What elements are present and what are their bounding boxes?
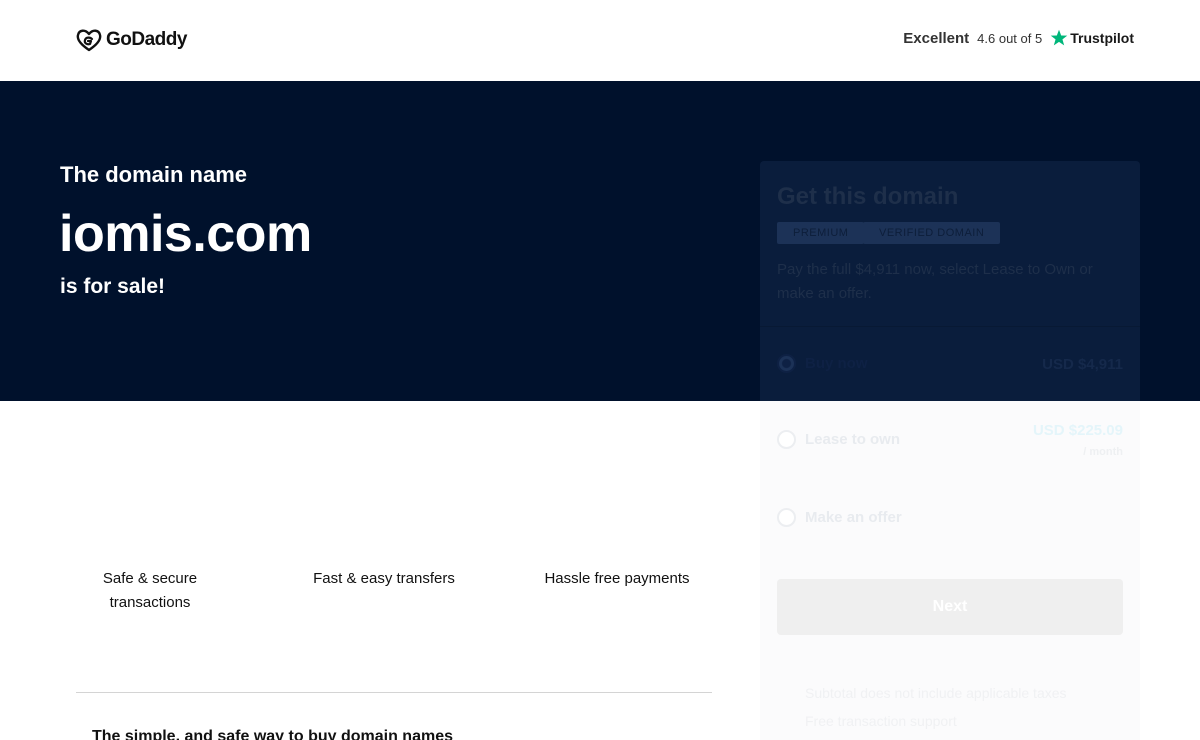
option-lease-to-own[interactable]: Lease to own — [777, 430, 900, 449]
option-buy-now[interactable]: Buy now — [777, 354, 868, 373]
trustpilot-name: Trustpilot — [1070, 30, 1134, 46]
section-title: The simple, and safe way to buy domain n… — [92, 728, 453, 740]
godaddy-heart-icon — [76, 29, 102, 52]
brand-name: GoDaddy — [106, 29, 187, 50]
make-offer-radio[interactable] — [777, 508, 796, 527]
for-sale-text: is for sale! — [60, 275, 166, 298]
lease-to-own-radio[interactable] — [777, 430, 796, 449]
lease-period: / month — [1083, 446, 1123, 458]
trustpilot-star-icon — [1050, 29, 1068, 46]
godaddy-logo[interactable]: GoDaddy — [76, 28, 187, 52]
trustpilot-logo: Trustpilot — [1050, 29, 1134, 47]
hero-intro: The domain name — [60, 162, 248, 187]
content-divider — [76, 692, 712, 693]
card-description: Pay the full $4,911 now, select Lease to… — [777, 261, 1093, 302]
card-title: Get this domain — [777, 183, 959, 210]
domain-name: iomis.com — [59, 205, 312, 263]
rating-word: Excellent — [903, 29, 970, 47]
trustpilot-rating[interactable]: Excellent 4.6 out of 5 Trustpilot — [903, 29, 1134, 47]
premium-badge: PREMIUM — [777, 222, 865, 244]
top-bar: GoDaddy Excellent 4.6 out of 5 Trustpilo… — [0, 0, 1200, 81]
lease-to-own-label: Lease to own — [805, 431, 901, 448]
feature-hassle-free: Hassle free payments — [544, 570, 690, 587]
feature-fast-transfers: Fast & easy transfers — [313, 570, 455, 587]
buy-now-price: USD $4,911 — [1042, 356, 1123, 373]
make-offer-label: Make an offer — [805, 509, 902, 526]
buy-now-radio[interactable] — [777, 354, 796, 373]
buy-now-label: Buy now — [805, 355, 868, 372]
card-separator — [760, 326, 1140, 327]
rating-score: 4.6 out of 5 — [977, 30, 1043, 46]
option-make-offer[interactable]: Make an offer — [777, 508, 902, 527]
verified-domain-badge: VERIFIED DOMAIN — [863, 222, 1001, 244]
next-button[interactable]: Next — [777, 579, 1123, 635]
support-note: Free transaction support — [805, 713, 957, 729]
tax-note: Subtotal does not include applicable tax… — [805, 685, 1067, 701]
lease-price: USD $225.09 — [1032, 422, 1123, 439]
feature-safe-secure: Safe & secure transactions — [102, 570, 198, 611]
